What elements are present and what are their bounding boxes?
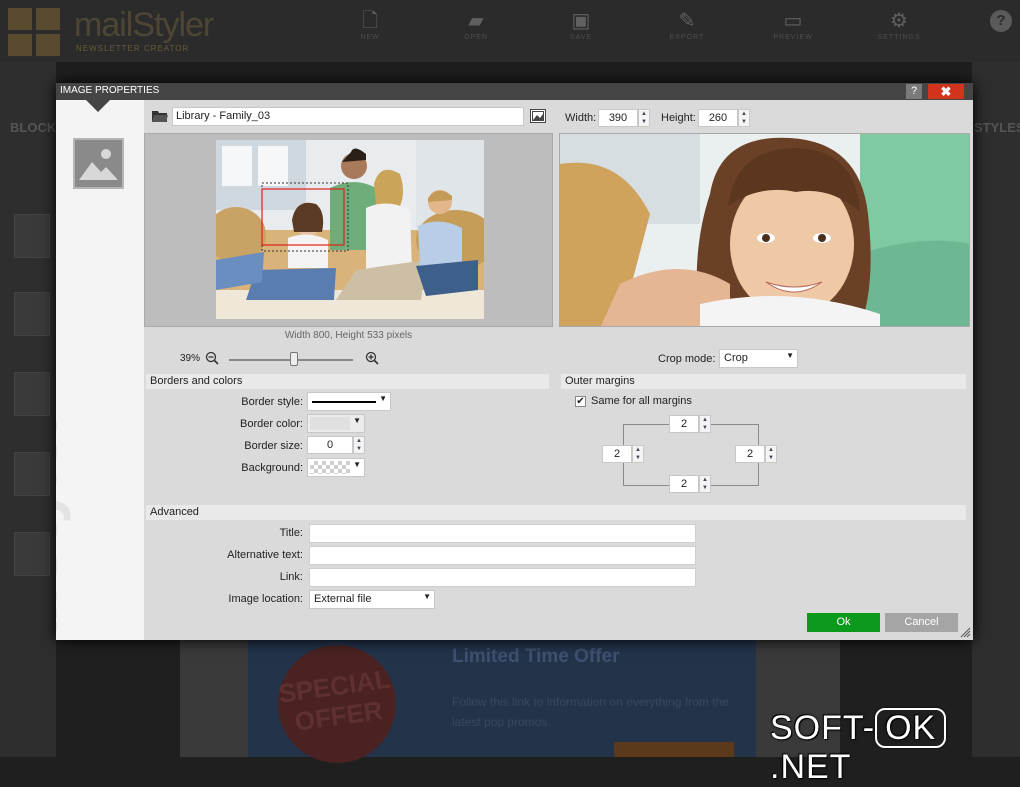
same-margins-label: Same for all margins xyxy=(591,395,692,407)
blocks-panel: BLOCK xyxy=(0,62,56,757)
title-field[interactable] xyxy=(309,524,696,543)
image-properties-dialog: IMAGE PROPERTIES ? ✖ mailStyler Library … xyxy=(56,83,973,640)
block-thumbnail[interactable] xyxy=(14,372,50,416)
margin-top-input[interactable]: 2 xyxy=(669,415,699,433)
app-toolbar: mailStyler NEWSLETTER CREATOR 🗋 NEW ▰ OP… xyxy=(0,0,1020,62)
dialog-title: IMAGE PROPERTIES xyxy=(60,85,160,96)
app-help-button[interactable]: ? xyxy=(990,10,1012,32)
source-image-frame xyxy=(144,133,553,327)
border-size-label: Border size: xyxy=(244,440,303,452)
block-thumbnail[interactable] xyxy=(14,452,50,496)
app-logo-subtitle: NEWSLETTER CREATOR xyxy=(76,44,190,53)
margin-right-stepper[interactable]: ▲ ▼ xyxy=(765,445,777,463)
title-label: Title: xyxy=(279,527,303,539)
height-stepper[interactable]: ▲ ▼ xyxy=(738,109,750,127)
promo-title: Limited Time Offer xyxy=(452,646,620,667)
styles-panel: STYLES xyxy=(972,62,1020,757)
solid-line-swatch xyxy=(312,401,376,403)
margin-top-stepper[interactable]: ▲ ▼ xyxy=(699,415,711,433)
link-label: Link: xyxy=(279,571,303,583)
cropped-preview-photo xyxy=(559,133,970,327)
width-stepper[interactable]: ▲ ▼ xyxy=(638,109,650,127)
image-path-field[interactable]: Library - Family_03 xyxy=(172,107,524,126)
app-logo-icon xyxy=(8,8,62,58)
image-block-icon[interactable] xyxy=(73,138,124,189)
cancel-button[interactable]: Cancel xyxy=(885,613,958,632)
save-icon: ▣ xyxy=(571,10,591,32)
open-folder-icon: ▰ xyxy=(468,10,484,32)
chevron-down-icon: ▼ xyxy=(786,351,794,360)
zoom-in-icon[interactable] xyxy=(365,351,379,365)
toolbar-open-button[interactable]: ▰ OPEN xyxy=(441,8,511,41)
new-file-icon: 🗋 xyxy=(361,10,379,32)
blocks-panel-title: BLOCK xyxy=(10,120,57,135)
promo-button[interactable] xyxy=(614,742,734,757)
toolbar-export-button[interactable]: ✎ EXPORT xyxy=(652,8,722,41)
link-field[interactable] xyxy=(309,568,696,587)
color-swatch xyxy=(310,417,350,430)
image-size-info: Width 800, Height 533 pixels xyxy=(284,330,413,341)
width-input[interactable]: 390 xyxy=(598,109,638,127)
margin-bottom-stepper[interactable]: ▲ ▼ xyxy=(699,475,711,493)
sidebar-pointer xyxy=(86,100,110,112)
dialog-sidebar: mailStyler xyxy=(56,100,144,640)
browse-image-icon[interactable] xyxy=(530,109,546,123)
gear-icon: ⚙ xyxy=(890,10,908,32)
sidebar-brand-watermark: mailStyler xyxy=(56,410,71,641)
alt-text-label: Alternative text: xyxy=(227,549,303,561)
promo-text: Follow this link to information on every… xyxy=(452,695,729,729)
same-margins-checkbox[interactable]: ✔ xyxy=(575,396,586,407)
margin-right-input[interactable]: 2 xyxy=(735,445,765,463)
crop-mode-label: Crop mode: xyxy=(658,353,716,365)
styles-panel-title: STYLES xyxy=(974,120,1020,135)
toolbar-preview-button[interactable]: ▭ PREVIEW xyxy=(758,8,828,41)
zoom-slider-thumb[interactable] xyxy=(290,352,298,366)
width-label: Width: xyxy=(565,112,597,124)
source-photo[interactable] xyxy=(216,140,484,319)
crop-mode-select[interactable]: Crop ▼ xyxy=(719,349,798,368)
dialog-help-button[interactable]: ? xyxy=(906,84,922,99)
border-style-select[interactable]: ▼ xyxy=(307,392,391,411)
border-size-stepper[interactable]: ▲ ▼ xyxy=(353,436,365,454)
zoom-out-icon[interactable] xyxy=(205,351,219,365)
toolbar-settings-button[interactable]: ⚙ SETTINGS xyxy=(864,8,934,41)
resize-grip-icon[interactable] xyxy=(959,626,971,638)
chevron-down-icon: ▼ xyxy=(423,592,431,601)
height-input[interactable]: 260 xyxy=(698,109,738,127)
background-label: Background: xyxy=(241,462,303,474)
site-watermark: SOFT- OK.NET xyxy=(770,708,1020,787)
border-size-input[interactable]: 0 xyxy=(307,436,353,454)
block-thumbnail[interactable] xyxy=(14,214,50,258)
chevron-down-icon: ▼ xyxy=(379,394,387,403)
image-location-select[interactable]: External file ▼ xyxy=(309,590,435,609)
toolbar-new-button[interactable]: 🗋 NEW xyxy=(335,8,405,41)
transparent-swatch xyxy=(310,461,350,474)
chevron-down-icon: ▼ xyxy=(353,416,361,425)
margins-section-header: Outer margins xyxy=(561,374,966,389)
export-icon: ✎ xyxy=(678,10,696,32)
alt-text-field[interactable] xyxy=(309,546,696,565)
chevron-down-icon: ▼ xyxy=(353,460,361,469)
app-logo-text: mailStyler xyxy=(74,6,214,44)
image-location-label: Image location: xyxy=(228,593,303,605)
block-thumbnail[interactable] xyxy=(14,292,50,336)
toolbar-save-button[interactable]: ▣ SAVE xyxy=(546,8,616,41)
zoom-percent: 39% xyxy=(180,353,201,364)
border-color-label: Border color: xyxy=(240,418,303,430)
advanced-section-header: Advanced xyxy=(146,505,966,520)
ok-button[interactable]: Ok xyxy=(807,613,880,632)
dialog-close-button[interactable]: ✖ xyxy=(928,84,964,99)
margin-left-input[interactable]: 2 xyxy=(602,445,632,463)
margin-bottom-input[interactable]: 2 xyxy=(669,475,699,493)
height-label: Height: xyxy=(661,112,696,124)
preview-icon: ▭ xyxy=(783,10,803,32)
background-picker[interactable]: ▼ xyxy=(307,458,365,477)
borders-section-header: Borders and colors xyxy=(146,374,549,389)
border-color-picker[interactable]: ▼ xyxy=(307,414,365,433)
border-style-label: Border style: xyxy=(241,396,303,408)
folder-icon[interactable] xyxy=(152,110,168,122)
margin-left-stepper[interactable]: ▲ ▼ xyxy=(632,445,644,463)
dialog-titlebar[interactable]: IMAGE PROPERTIES ? ✖ xyxy=(56,83,973,100)
block-thumbnail[interactable] xyxy=(14,532,50,576)
